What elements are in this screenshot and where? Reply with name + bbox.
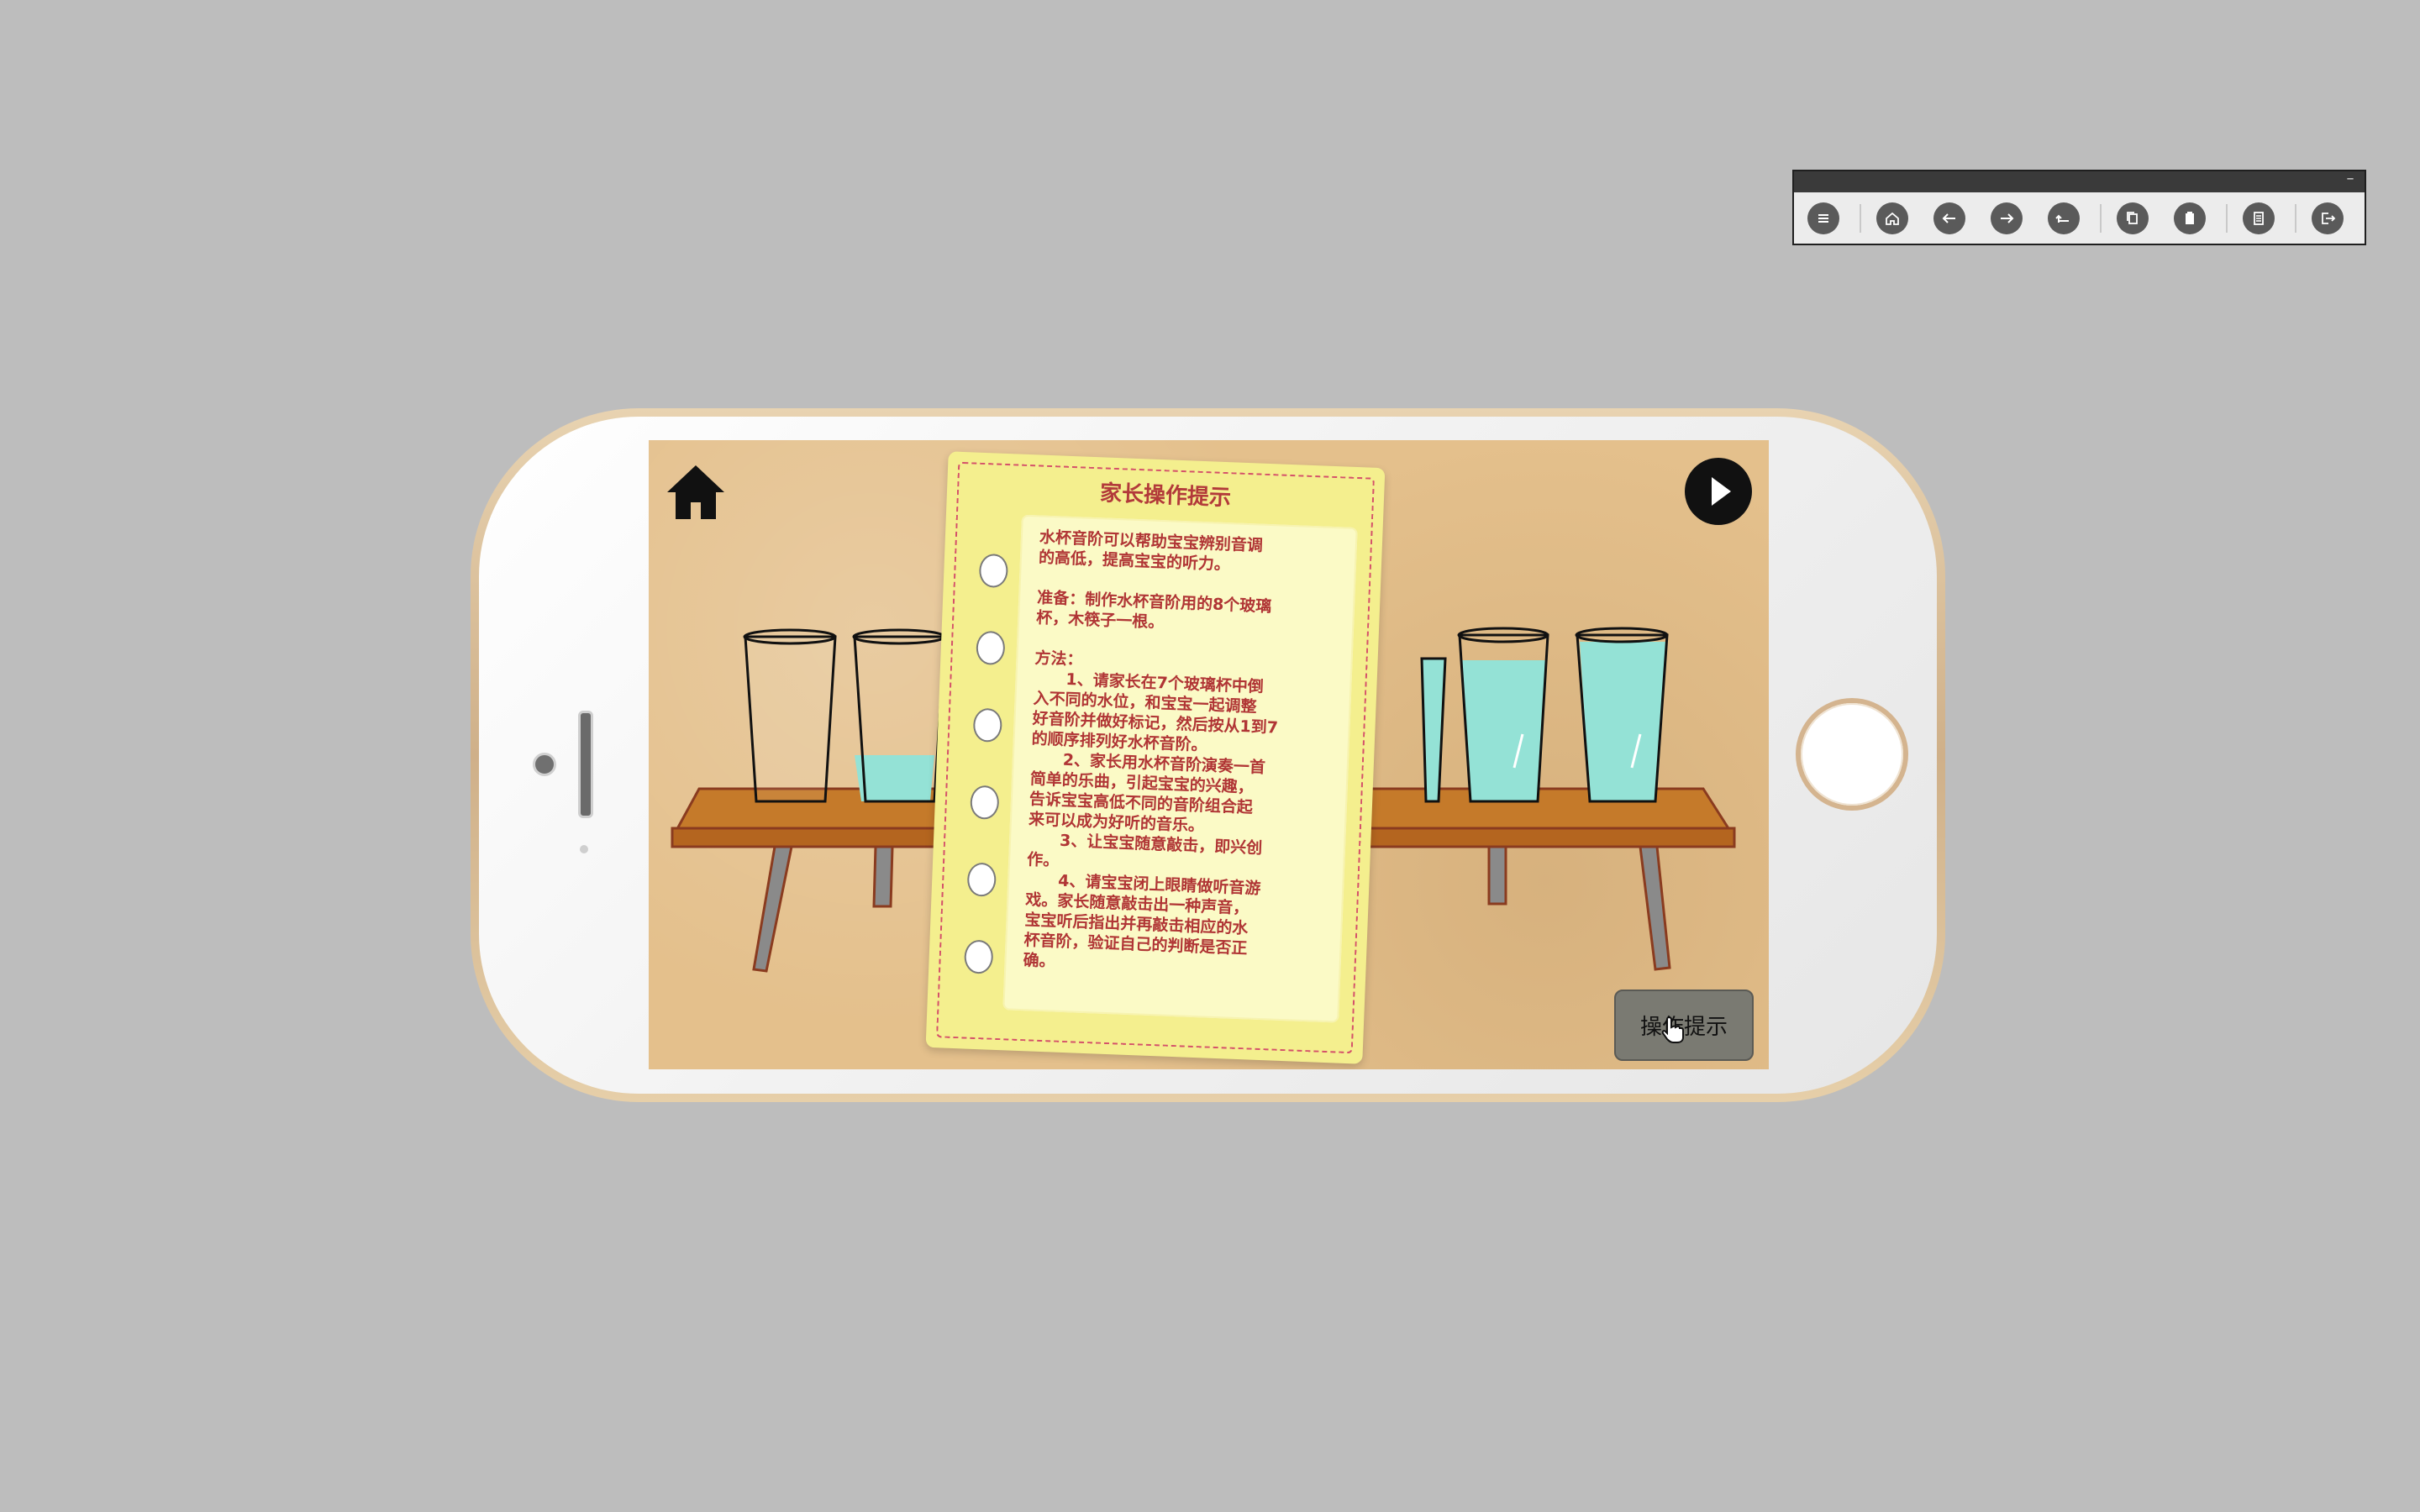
water-glass-8 (1575, 627, 1669, 803)
arrow-left-icon (1942, 213, 1955, 223)
tip-body-text: 水杯音阶可以帮助宝宝辨别音调 的高低，提高宝宝的听力。 准备：制作水杯音阶用的8… (1023, 528, 1279, 971)
forward-button[interactable] (1991, 202, 2023, 234)
copy-button[interactable] (2117, 202, 2149, 234)
menu-icon (1818, 214, 1828, 223)
paste-button[interactable] (2174, 202, 2206, 234)
home-nav-button[interactable] (1876, 202, 1908, 234)
earpiece-speaker (578, 711, 593, 818)
water-glass-2 (852, 628, 946, 803)
toolbar-separator (1860, 204, 1861, 233)
water-glass-6 (1420, 657, 1447, 803)
toolbar-separator (2100, 204, 2102, 233)
toolbar-buttons (1794, 192, 2365, 244)
toolbar-separator (2226, 204, 2228, 233)
hand-cursor-icon (1661, 1016, 1684, 1043)
proximity-sensor (580, 845, 588, 853)
paste-icon (2186, 212, 2194, 224)
front-camera (533, 753, 556, 776)
exit-button[interactable] (2312, 202, 2344, 234)
parent-tip-card: 家长操作提示 水杯音阶可以帮助宝宝辨别音调 的高低，提高宝宝的听力。 准备：制作… (925, 451, 1386, 1064)
toolbar-separator (2295, 204, 2296, 233)
floating-toolbar: – (1792, 170, 2366, 245)
document-icon (2254, 212, 2264, 225)
water-glass-7 (1457, 627, 1549, 803)
exit-icon (2322, 213, 2336, 224)
phone-home-button[interactable] (1801, 703, 1903, 806)
desktop: – 家长操作提示 水杯音阶可以帮助宝宝辨别音调 的高低，提高宝宝的听力。 准备：… (0, 0, 2420, 1512)
back-button[interactable] (1933, 202, 1965, 234)
return-button[interactable] (2048, 202, 2080, 234)
home-icon[interactable] (666, 462, 726, 522)
water-glass-1 (743, 628, 837, 803)
home-icon (1886, 212, 1899, 225)
app-screen: 家长操作提示 水杯音阶可以帮助宝宝辨别音调 的高低，提高宝宝的听力。 准备：制作… (649, 440, 1769, 1069)
menu-button[interactable] (1807, 202, 1839, 234)
play-button[interactable] (1684, 457, 1753, 526)
return-icon (2055, 214, 2069, 223)
document-button[interactable] (2243, 202, 2275, 234)
copy-icon (2127, 212, 2138, 224)
arrow-right-icon (2001, 213, 2014, 223)
tip-paper: 水杯音阶可以帮助宝宝辨别音调 的高低，提高宝宝的听力。 准备：制作水杯音阶用的8… (1002, 514, 1358, 1023)
toolbar-titlebar[interactable]: – (1794, 171, 2365, 192)
minimize-button[interactable]: – (2343, 171, 2358, 188)
